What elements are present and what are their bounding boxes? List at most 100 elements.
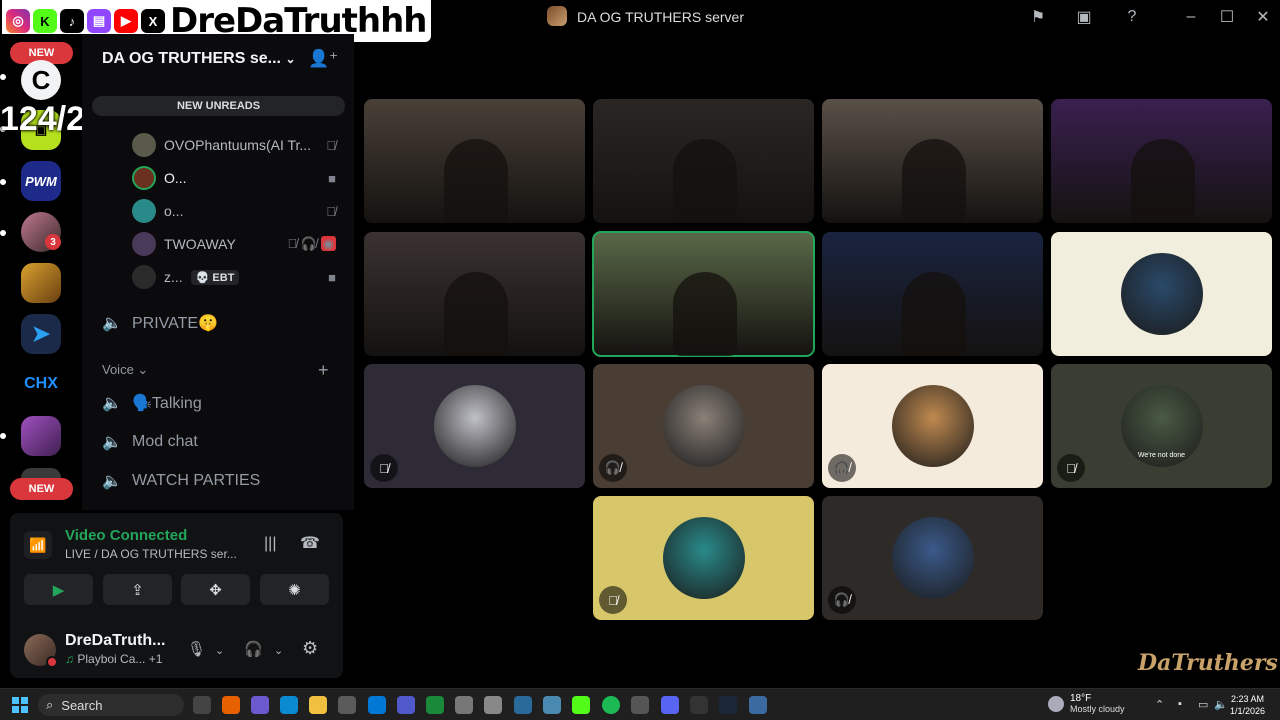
windows-start-icon[interactable]: [12, 697, 28, 713]
disconnect-icon[interactable]: ☎: [300, 533, 320, 553]
voice-user[interactable]: o... 🎙̸: [132, 198, 344, 224]
avatar-tile[interactable]: 🎧̸: [822, 496, 1043, 620]
app-icon[interactable]: [543, 696, 561, 714]
new-pill-bottom[interactable]: NEW: [10, 478, 73, 500]
participant-silhouette: [902, 139, 966, 223]
participant-silhouette: [902, 272, 966, 356]
task-view-icon[interactable]: [193, 696, 211, 714]
tiktok-icon: ♪: [60, 9, 84, 33]
voice-user[interactable]: OVOPhantuums(AI Tr... 🎙̸: [132, 132, 344, 158]
screenshare-button[interactable]: ⇪: [103, 574, 172, 605]
invite-icon[interactable]: 👤⁺: [308, 49, 338, 69]
instagram-icon: ◎: [6, 9, 30, 33]
add-channel-icon[interactable]: +: [318, 360, 329, 381]
app-tray-icon[interactable]: ▪: [1178, 698, 1182, 710]
steam-icon[interactable]: [719, 696, 737, 714]
app-icon[interactable]: [484, 696, 502, 714]
server-icon: [547, 6, 567, 26]
channel-name: 🗣️Talking: [132, 395, 202, 412]
category-name: Voice: [102, 362, 134, 377]
copilot-icon[interactable]: [251, 696, 269, 714]
channel-mod-chat[interactable]: 🔈 Mod chat: [102, 427, 198, 457]
maximize-button[interactable]: ☐: [1216, 6, 1238, 28]
camera-button[interactable]: ▶: [24, 574, 93, 605]
video-tile[interactable]: [364, 99, 585, 223]
search-icon: ⌕: [46, 697, 54, 712]
user-name[interactable]: DreDaTruth...: [65, 632, 165, 650]
kick-icon[interactable]: [572, 696, 590, 714]
avatar-tile[interactable]: We're not done 🎙̸: [1051, 364, 1272, 488]
server-gold[interactable]: [21, 263, 61, 303]
firefox-icon[interactable]: [222, 696, 240, 714]
channel-private[interactable]: 🔈 PRIVATE🤫: [102, 308, 218, 338]
app-icon[interactable]: [338, 696, 356, 714]
video-tile[interactable]: [822, 232, 1043, 356]
noise-suppression-icon[interactable]: |||: [264, 535, 276, 553]
avatar-tile[interactable]: 🎧̸: [822, 364, 1043, 488]
close-button[interactable]: ✕: [1252, 6, 1274, 28]
new-unreads-bar[interactable]: NEW UNREADS: [92, 96, 345, 116]
voice-user[interactable]: TWOAWAY 🎙̸ 🎧̸ ◉: [132, 231, 344, 257]
cloud-icon: [1048, 695, 1064, 712]
app-icon[interactable]: [514, 696, 532, 714]
video-tile[interactable]: [593, 99, 814, 223]
mic-icon[interactable]: 🎙: [187, 640, 206, 658]
teams-icon[interactable]: [397, 696, 415, 714]
channel-talking[interactable]: 🔈 🗣️Talking: [102, 388, 202, 418]
outlook-icon[interactable]: [368, 696, 386, 714]
connection-channel[interactable]: LIVE / DA OG TRUTHERS ser...: [65, 547, 237, 561]
channel-watch-parties[interactable]: 🔈 WATCH PARTIES: [102, 466, 260, 496]
channel-name: Mod chat: [132, 433, 198, 450]
avatar-tile[interactable]: 🎙̸: [364, 364, 585, 488]
volume-icon[interactable]: 🔈: [1214, 698, 1228, 711]
weather-widget[interactable]: 18°F Mostly cloudy: [1048, 693, 1125, 714]
epic-games-icon[interactable]: [690, 696, 708, 714]
soundboard-button[interactable]: ✺: [260, 574, 329, 605]
server-name-header[interactable]: DA OG TRUTHERS se... ⌄: [102, 50, 296, 68]
flag-icon[interactable]: ⚑: [1027, 6, 1049, 28]
participant-silhouette: [1131, 139, 1195, 223]
chevron-down-icon[interactable]: ⌄: [274, 644, 283, 657]
video-tile[interactable]: [592, 231, 815, 357]
inbox-icon[interactable]: ▣: [1073, 6, 1095, 28]
avatar: [892, 517, 974, 599]
chevron-down-icon[interactable]: ⌄: [215, 644, 224, 657]
avatar-tile[interactable]: 🎧̸: [593, 364, 814, 488]
voice-user[interactable]: O... ■: [132, 165, 344, 191]
chevron-up-icon[interactable]: ⌃: [1155, 698, 1164, 711]
voice-category[interactable]: Voice ⌄: [102, 362, 148, 378]
avatar-tile[interactable]: [1051, 232, 1272, 356]
app-icon[interactable]: [426, 696, 444, 714]
minimize-button[interactable]: –: [1180, 6, 1202, 28]
server-c[interactable]: C: [21, 60, 61, 100]
discord-icon[interactable]: [661, 696, 679, 714]
server-telegram[interactable]: ➤: [21, 314, 61, 354]
server-chx[interactable]: CHX: [21, 364, 61, 404]
video-tile[interactable]: [1051, 99, 1272, 223]
spotify-icon[interactable]: [602, 696, 620, 714]
gear-icon[interactable]: ⚙: [302, 638, 318, 659]
channel-sidebar: DA OG TRUTHERS se... ⌄ 👤⁺ NEW UNREADS OV…: [82, 34, 354, 510]
participant-silhouette: [444, 272, 508, 356]
edge-icon[interactable]: [280, 696, 298, 714]
headphones-icon[interactable]: 🎧: [244, 640, 263, 658]
participant-silhouette: [673, 272, 737, 356]
server-purple[interactable]: [21, 416, 61, 456]
network-icon[interactable]: ▭: [1198, 698, 1208, 711]
app-icon[interactable]: [749, 696, 767, 714]
unread-pip: [0, 179, 6, 185]
help-icon[interactable]: ?: [1121, 6, 1143, 28]
app-icon[interactable]: [455, 696, 473, 714]
avatar-tile[interactable]: 🎙̸: [593, 496, 814, 620]
video-tile[interactable]: [822, 99, 1043, 223]
video-tile[interactable]: [364, 232, 585, 356]
taskbar-search[interactable]: ⌕ Search: [38, 694, 184, 716]
app-icon[interactable]: [631, 696, 649, 714]
server-pwm[interactable]: PWM: [21, 161, 61, 201]
file-explorer-icon[interactable]: [309, 696, 327, 714]
activities-button[interactable]: ✥: [181, 574, 250, 605]
avatar: [132, 199, 156, 223]
clock[interactable]: 2:23 AM 1/1/2026: [1230, 693, 1265, 717]
voice-user[interactable]: z... 💀 EBT ■: [132, 264, 344, 290]
connection-status[interactable]: Video Connected: [65, 527, 187, 544]
